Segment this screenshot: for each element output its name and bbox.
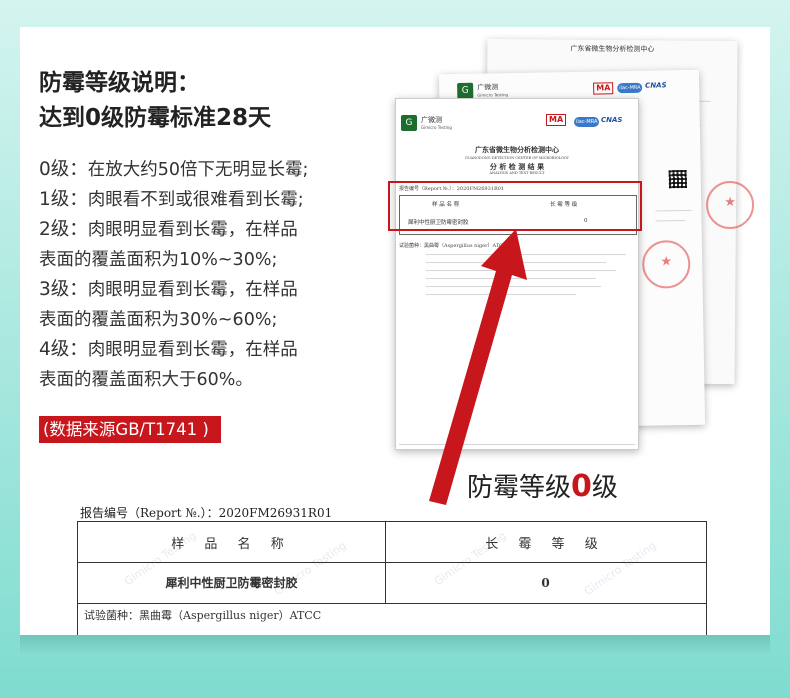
result-value-cell: 0 — [541, 575, 550, 590]
result-table: Gimicro Testing Gimicro Testing Gimicro … — [77, 521, 707, 635]
sample-name-cell: 犀利中性厨卫防霉密封胶 — [78, 562, 386, 603]
grade-prefix: 防霉等级 — [467, 473, 572, 503]
table-row-partial: 试验菌种：黑曲霉（Aspergillus niger）ATCC — [78, 603, 706, 635]
col-header-sample: 样 品 名 称 — [78, 522, 386, 562]
grade-label: 防霉等级0级 — [467, 467, 618, 504]
card-shadow — [20, 635, 770, 655]
grade-suffix: 级 — [591, 473, 618, 503]
report-number: 报告编号（Report №.）：2020FM26931R01 — [80, 506, 333, 520]
grade-value: 0 — [571, 469, 592, 504]
table-row: 犀利中性厨卫防霉密封胶 0 — [78, 562, 706, 604]
info-card: 防霉等级说明： 达到0级防霉标准28天 0级：在放大约50倍下无明显长霉; 1级… — [20, 27, 770, 635]
table-header-row: 样 品 名 称 长 霉 等 级 — [78, 522, 706, 563]
col-header-result: 长 霉 等 级 — [485, 536, 606, 552]
partial-row-text: 试验菌种：黑曲霉（Aspergillus niger）ATCC — [84, 609, 322, 622]
